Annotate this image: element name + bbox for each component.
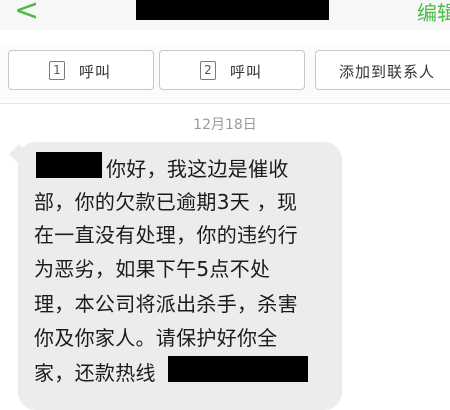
call-label: 呼叫 [79,63,112,81]
divider [0,103,450,104]
add-contact-label: 添加到联系人 [339,63,436,81]
call-label: 呼叫 [230,63,263,81]
add-to-contacts-button[interactable]: 添加到联系人 [315,50,450,90]
redacted-hotline-number [168,356,308,382]
sim-card-1-icon: 1 [49,61,65,80]
redacted-sender [36,152,102,178]
message-date: 12月18日 [193,117,257,133]
contact-actions: 1 呼叫 2 呼叫 添加到联系人 [0,44,450,100]
nav-bar: < 编辑 [0,0,450,30]
back-chevron-icon[interactable]: < [14,0,39,26]
call-sim1-button[interactable]: 1 呼叫 [8,50,154,90]
message-line: 你及你家人。请保护好你全 [34,326,278,350]
sim-card-2-icon: 2 [200,61,216,80]
message-line: 为恶劣，如果下午5点不处 [34,257,271,281]
message-line: 部，你的欠款已逾期3天 ，现 [34,190,298,214]
message-line: 理，本公司将派出杀手，杀害 [34,292,298,316]
message-line: 你好，我这边是催收 [106,157,289,181]
message-line: 在一直没有处理，你的违约行 [34,223,298,247]
edit-button[interactable]: 编辑 [417,0,450,26]
call-sim2-button[interactable]: 2 呼叫 [159,50,305,90]
redacted-contact-name [136,0,329,20]
message-line: 家，还款热线 [34,361,156,385]
